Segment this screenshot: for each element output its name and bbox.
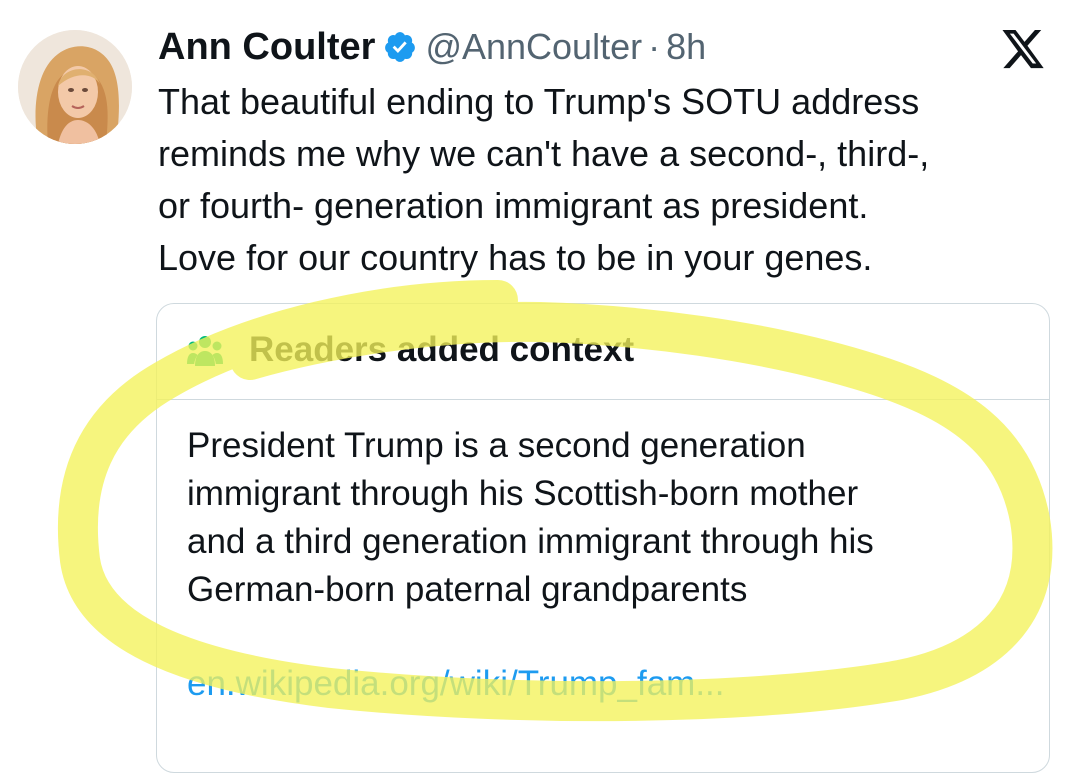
tweet-text-line: reminds me why we can't have a second-, … (158, 133, 930, 174)
community-note-line: and a third generation immigrant through… (187, 522, 874, 561)
tweet-text-line: or fourth- generation immigrant as presi… (158, 185, 869, 226)
tweet-text-line: That beautiful ending to Trump's SOTU ad… (158, 81, 920, 122)
separator-dot: · (648, 26, 661, 67)
community-note-line: German-born paternal grandparents (187, 570, 748, 609)
community-note-title: Readers added context (249, 330, 635, 369)
community-note-card: Readers added context President Trump is… (156, 303, 1050, 773)
avatar-photo (18, 30, 132, 144)
community-note-header: Readers added context (157, 304, 1049, 400)
author-handle[interactable]: @AnnCoulter (425, 26, 642, 68)
author-avatar[interactable] (18, 30, 132, 144)
x-logo-icon[interactable] (1000, 30, 1046, 72)
community-note-source-link[interactable]: en.wikipedia.org/wiki/Trump_fam... (187, 664, 725, 704)
verified-badge-icon (383, 30, 417, 64)
community-note-line: immigrant through his Scottish-born moth… (187, 474, 859, 513)
tweet-text-line: Love for our country has to be in your g… (158, 237, 873, 278)
tweet-header: Ann Coulter @AnnCoulter · 8h (158, 22, 706, 72)
community-note-line: President Trump is a second generation (187, 426, 806, 465)
author-name[interactable]: Ann Coulter (158, 26, 375, 69)
community-note-body: President Trump is a second generation i… (187, 422, 1037, 614)
people-group-icon (187, 334, 223, 368)
tweet-text: That beautiful ending to Trump's SOTU ad… (158, 76, 1048, 284)
tweet-timestamp[interactable]: 8h (666, 26, 706, 68)
